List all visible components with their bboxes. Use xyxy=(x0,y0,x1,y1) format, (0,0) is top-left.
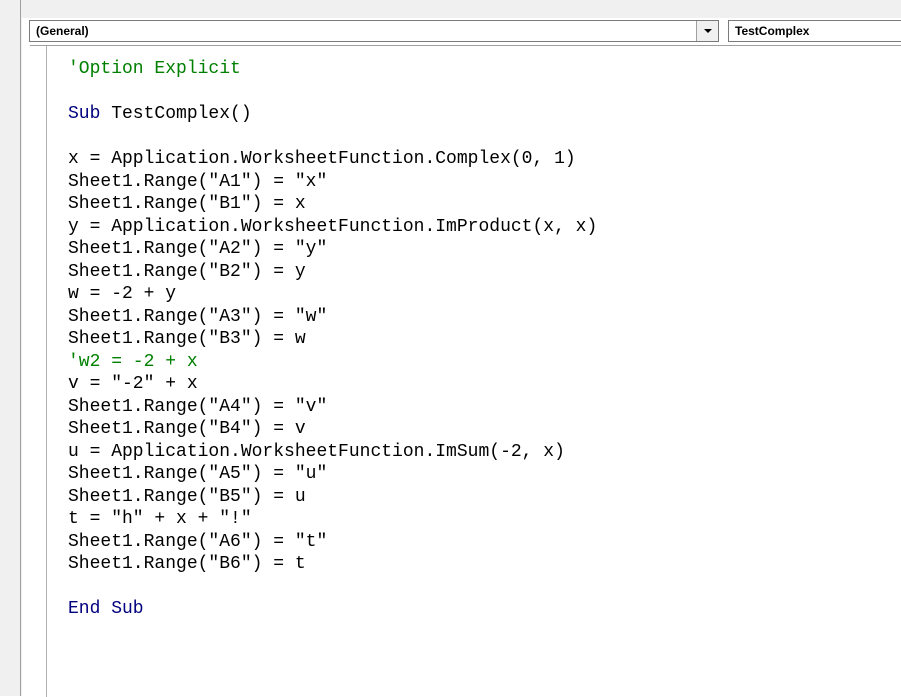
code-text: Sheet1.Range("A1") = "x" xyxy=(68,171,328,192)
code-line[interactable]: Sheet1.Range("B6") = t xyxy=(68,553,597,576)
code-text: Sheet1.Range("A4") = "v" xyxy=(68,396,328,417)
code-text: Sheet1.Range("A2") = "y" xyxy=(68,239,328,259)
object-dropdown-value: (General) xyxy=(36,24,89,38)
comment: 'w2 = -2 + x xyxy=(68,351,198,372)
code-line[interactable]: Sheet1.Range("B3") = w xyxy=(68,328,597,351)
code-line[interactable]: Sheet1.Range("A5") = "u" xyxy=(68,463,597,486)
code-line[interactable]: Sheet1.Range("B5") = u xyxy=(68,486,597,509)
chevron-down-icon[interactable] xyxy=(696,21,718,41)
code-text: Sheet1.Range("B4") = v xyxy=(68,419,306,439)
code-line[interactable]: Sheet1.Range("A1") = "x" xyxy=(68,171,597,194)
code-line[interactable]: Sheet1.Range("B1") = x xyxy=(68,193,597,216)
code-text: Sheet1.Range("A5") = "u" xyxy=(68,464,328,484)
code-text: x = Application.WorksheetFunction.Comple… xyxy=(68,149,576,169)
code-text: Sheet1.Range("B3") = w xyxy=(68,329,306,349)
code-line[interactable]: t = "h" + x + "!" xyxy=(68,508,597,531)
code-line[interactable]: 'Option Explicit xyxy=(68,58,597,81)
code-line[interactable]: Sheet1.Range("B4") = v xyxy=(68,418,597,441)
code-line[interactable] xyxy=(68,126,597,149)
code-text: v = "-2" + x xyxy=(68,374,198,394)
vba-code-window: (General) TestComplex 'Option Explicit Su… xyxy=(0,0,901,697)
code-line[interactable] xyxy=(68,576,597,599)
comment: 'Option Explicit xyxy=(68,59,241,79)
code-line[interactable]: Sub TestComplex() xyxy=(68,103,597,126)
code-editor[interactable]: 'Option Explicit Sub TestComplex() x = App… xyxy=(30,45,901,697)
code-text: t = "h" + x + "!" xyxy=(68,509,252,529)
code-line[interactable]: Sheet1.Range("A2") = "y" xyxy=(68,238,597,261)
code-line[interactable]: w = -2 + y xyxy=(68,283,597,306)
code-text: u = Application.WorksheetFunction.ImSum(… xyxy=(68,441,565,462)
code-text-area[interactable]: 'Option Explicit Sub TestComplex() x = App… xyxy=(68,58,597,621)
code-line[interactable]: 'w2 = -2 + x xyxy=(68,351,597,374)
code-line[interactable]: Sheet1.Range("A6") = "t" xyxy=(68,531,597,554)
code-text: w = -2 + y xyxy=(68,284,177,304)
margin-indicator-bar[interactable] xyxy=(30,46,47,697)
code-line[interactable]: Sheet1.Range("A3") = "w" xyxy=(68,306,597,329)
keyword: Sub xyxy=(68,104,101,124)
procedure-dropdown[interactable]: TestComplex xyxy=(728,20,901,42)
code-text: Sheet1.Range("A6") = "t" xyxy=(68,531,328,552)
object-dropdown[interactable]: (General) xyxy=(29,20,719,42)
code-text: Sheet1.Range("B6") = t xyxy=(68,554,306,574)
code-text: Sheet1.Range("B1") = x xyxy=(68,194,306,214)
code-text: Sheet1.Range("B5") = u xyxy=(68,486,306,507)
code-line[interactable] xyxy=(68,81,597,104)
window-top-strip xyxy=(0,0,901,18)
window-left-border xyxy=(0,0,22,696)
code-line[interactable]: v = "-2" + x xyxy=(68,373,597,396)
keyword: End Sub xyxy=(68,599,144,619)
code-line[interactable]: x = Application.WorksheetFunction.Comple… xyxy=(68,148,597,171)
code-line[interactable]: y = Application.WorksheetFunction.ImProd… xyxy=(68,216,597,239)
code-line[interactable]: Sheet1.Range("B2") = y xyxy=(68,261,597,284)
procedure-dropdown-value: TestComplex xyxy=(735,24,810,38)
code-line[interactable]: End Sub xyxy=(68,598,597,621)
code-text: TestComplex() xyxy=(100,104,252,124)
code-text: Sheet1.Range("A3") = "w" xyxy=(68,306,328,327)
window-left-edge xyxy=(20,0,21,696)
code-text: Sheet1.Range("B2") = y xyxy=(68,261,306,282)
code-text: y = Application.WorksheetFunction.ImProd… xyxy=(68,216,598,237)
code-line[interactable]: Sheet1.Range("A4") = "v" xyxy=(68,396,597,419)
code-line[interactable]: u = Application.WorksheetFunction.ImSum(… xyxy=(68,441,597,464)
